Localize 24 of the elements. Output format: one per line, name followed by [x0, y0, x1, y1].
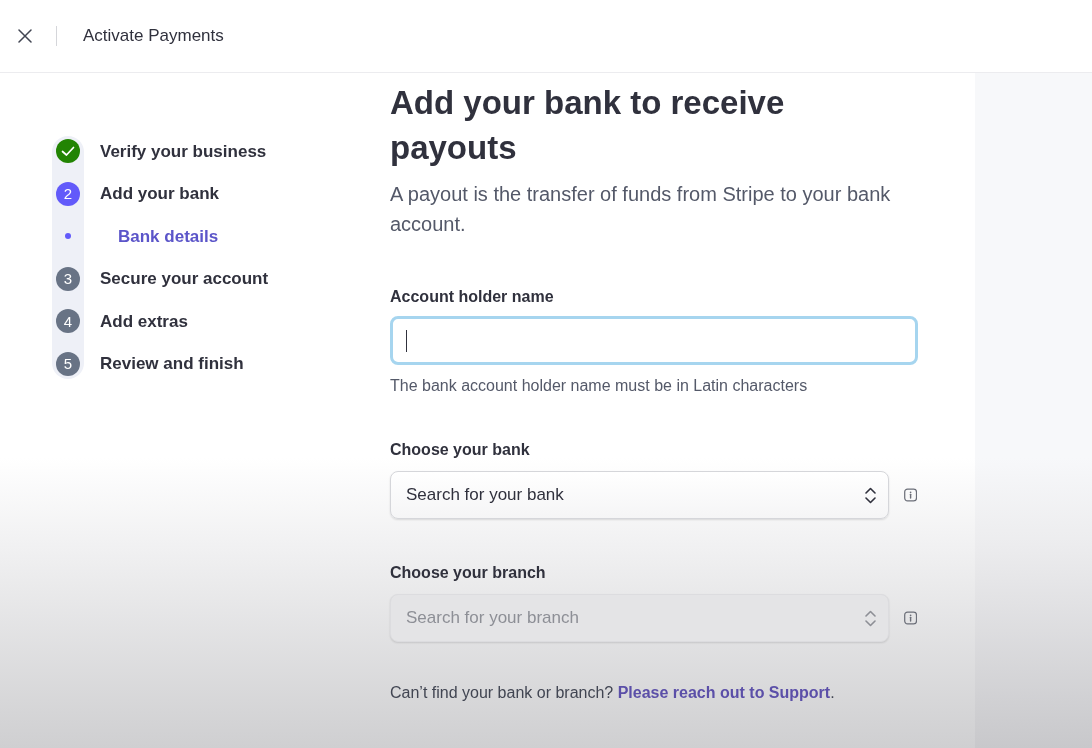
step-label: Add extras	[99, 310, 189, 333]
step-label: Review and finish	[99, 353, 245, 375]
chevron-up-down-icon	[864, 609, 876, 627]
support-link[interactable]: Please reach out to Support	[617, 684, 831, 701]
page-subtitle: A payout is the transfer of funds from Stripe to your bank account.	[390, 182, 892, 237]
substep-label[interactable]: Bank details	[84, 223, 390, 249]
page-title: Add your bank to receive payouts	[390, 83, 786, 168]
step-label: Add your bank	[99, 183, 220, 205]
info-icon[interactable]	[903, 611, 917, 625]
field-hint: The bank account holder name must be in Latin characters	[390, 376, 809, 396]
field-label: Choose your branch	[390, 563, 547, 583]
help-text: Can’t find your bank or branch? Please reach out to Support.	[390, 683, 836, 703]
close-icon	[18, 29, 32, 43]
chevron-up-down-icon	[864, 486, 876, 504]
close-button[interactable]	[16, 27, 34, 45]
field-label: Choose your bank	[390, 440, 531, 460]
step-label: Verify your business	[99, 140, 268, 163]
text-input[interactable]	[390, 316, 918, 365]
text-cursor	[406, 329, 407, 352]
page-header-title: Activate Payments	[83, 25, 224, 48]
dropdown-field[interactable]: Search for your bank	[390, 471, 889, 519]
info-icon[interactable]	[903, 488, 917, 502]
field-label: Account holder name	[390, 287, 555, 307]
step-label: Secure your account	[99, 268, 270, 290]
